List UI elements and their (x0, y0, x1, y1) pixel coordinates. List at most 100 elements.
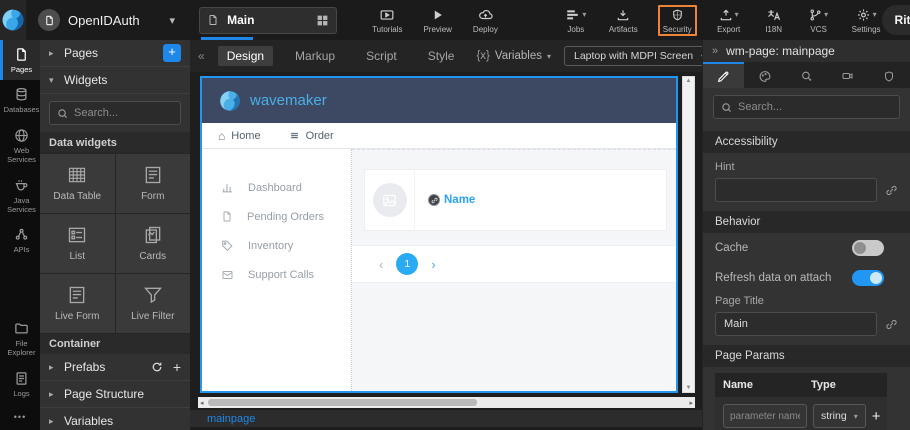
deploy-button[interactable]: Deploy (472, 5, 499, 36)
canvas-menu-inventory[interactable]: Inventory (202, 231, 351, 260)
param-type-select[interactable]: string ▾ (813, 404, 866, 428)
artifacts-button[interactable]: Artifacts (608, 5, 639, 36)
widget-grid: Data Table Form List Cards Live Form Liv… (40, 153, 190, 334)
breadcrumb-bar: mainpage (190, 410, 702, 427)
page-structure-section-header[interactable]: ▸ Page Structure (40, 381, 190, 408)
page-title-input[interactable] (715, 312, 877, 336)
user-menu[interactable]: Ritupurna Lenka RL (882, 5, 910, 35)
scroll-up-icon[interactable]: ▲ (686, 78, 692, 84)
add-param-button[interactable]: + (872, 409, 881, 424)
widgets-section-header[interactable]: ▾ Widgets (40, 67, 190, 94)
widget-live-filter[interactable]: Live Filter (116, 274, 191, 333)
refresh-icon[interactable] (151, 361, 163, 373)
rail-item-java-services[interactable]: Java Services (0, 171, 40, 221)
canvas-menu-dashboard[interactable]: Dashboard (202, 173, 351, 202)
canvas-menu-pending-orders[interactable]: Pending Orders (202, 202, 351, 231)
canvas-nav-order[interactable]: Order (289, 130, 334, 142)
widget-search-input[interactable] (74, 107, 173, 119)
search-icon (57, 108, 68, 119)
tab-device[interactable] (827, 62, 868, 88)
jobs-button[interactable]: ▾ Jobs (563, 5, 589, 36)
scroll-left-icon[interactable]: ◂ (198, 399, 206, 407)
rail-item-file-explorer[interactable]: File Explorer (0, 314, 40, 364)
folder-icon (14, 321, 29, 336)
bind-link-icon[interactable] (885, 318, 898, 331)
vcs-button[interactable]: ▾ VCS (806, 5, 832, 36)
rail-item-logs[interactable]: Logs (0, 364, 40, 404)
pages-section-header[interactable]: ▸ Pages + (40, 40, 190, 67)
canvas-horizontal-scrollbar[interactable]: ◂ ▸ (198, 397, 695, 408)
param-name-input[interactable] (723, 404, 807, 428)
tab-properties[interactable] (703, 62, 744, 88)
grid-icon[interactable] (316, 14, 329, 27)
page-number[interactable]: 1 (396, 253, 418, 275)
list-item-widget[interactable]: Name (364, 169, 667, 231)
tutorials-button[interactable]: Tutorials (371, 5, 403, 36)
canvas-app-header[interactable]: wavemaker (202, 78, 676, 123)
rail-item-apis[interactable]: APIs (0, 220, 40, 260)
hint-label: Hint (715, 161, 898, 173)
properties-tabs (703, 62, 910, 88)
bind-link-icon[interactable] (885, 184, 898, 197)
canvas-content: Name ‹ 1 › (352, 149, 676, 391)
page-tab-main[interactable]: Main (199, 7, 337, 34)
page-tab-wrap: Main (199, 0, 337, 40)
design-canvas[interactable]: wavemaker ⌂ Home Order Dashboard (200, 76, 678, 393)
prefabs-section-header[interactable]: ▸ Prefabs + (40, 354, 190, 381)
magnifier-star-icon (800, 70, 814, 83)
widget-cards[interactable]: Cards (116, 214, 191, 273)
canvas-vertical-scrollbar[interactable]: ▲ ▼ (682, 76, 695, 393)
tab-security[interactable] (869, 62, 910, 88)
left-panel: ▸ Pages + ▾ Widgets Data widgets Data Ta… (40, 40, 190, 430)
widget-live-form[interactable]: Live Form (40, 274, 115, 333)
wavemaker-logo[interactable] (0, 0, 26, 40)
rail-item-web-services[interactable]: Web Services (0, 121, 40, 171)
widget-list[interactable]: List (40, 214, 115, 273)
variables-section-header[interactable]: ▸ Variables (40, 408, 190, 430)
device-select[interactable]: Laptop with MDPI Screen ▾ (564, 46, 715, 66)
breadcrumb-mainpage[interactable]: mainpage (207, 413, 255, 425)
tab-events[interactable] (786, 62, 827, 88)
hint-input[interactable] (715, 178, 877, 202)
refresh-data-toggle[interactable] (852, 270, 884, 286)
expand-right-icon[interactable]: » (712, 45, 718, 57)
scroll-down-icon[interactable]: ▼ (686, 385, 692, 391)
shield-icon (671, 7, 684, 23)
page-next-icon[interactable]: › (431, 257, 435, 272)
bound-name-label[interactable]: Name (415, 170, 475, 230)
palette-icon (758, 70, 772, 83)
add-page-button[interactable]: + (163, 44, 181, 62)
properties-search-wrap (703, 88, 910, 126)
add-prefab-button[interactable]: + (173, 359, 181, 375)
widget-form[interactable]: Form (116, 154, 191, 213)
rail-item-pages[interactable]: Pages (0, 40, 40, 80)
i18n-button[interactable]: I18N (761, 5, 787, 36)
page-prev-icon[interactable]: ‹ (379, 257, 383, 272)
image-placeholder-icon (381, 193, 398, 208)
cache-toggle[interactable] (852, 240, 884, 256)
tab-script[interactable]: Script (357, 46, 406, 66)
variables-menu[interactable]: {x} Variables ▾ (476, 50, 551, 62)
tab-style[interactable]: Style (419, 46, 464, 66)
security-button[interactable]: Security (658, 5, 697, 36)
collapse-left-panel-icon[interactable]: « (198, 49, 205, 63)
canvas-menu-support-calls[interactable]: Support Calls (202, 260, 351, 289)
canvas-nav-home[interactable]: ⌂ Home (218, 130, 261, 142)
export-button[interactable]: ▾ Export (716, 5, 742, 36)
tab-styles[interactable] (744, 62, 785, 88)
preview-button[interactable]: Preview (422, 5, 452, 36)
settings-button[interactable]: ▾ Settings (851, 5, 882, 36)
canvas-body: Dashboard Pending Orders Inventory Suppo… (202, 149, 676, 391)
rail-item-databases[interactable]: Databases (0, 80, 40, 120)
more-options-icon[interactable]: ••• (0, 404, 40, 430)
scroll-right-icon[interactable]: ▸ (687, 399, 695, 407)
search-icon (721, 102, 732, 113)
properties-search-input[interactable] (738, 101, 892, 113)
top-bar: OpenIDAuth ▾ Main Tutorials Preview Depl… (0, 0, 910, 40)
project-name: OpenIDAuth (68, 13, 140, 28)
project-switcher[interactable]: OpenIDAuth ▾ (26, 0, 185, 40)
tab-markup[interactable]: Markup (286, 46, 344, 66)
scrollbar-thumb[interactable] (208, 399, 478, 406)
widget-data-table[interactable]: Data Table (40, 154, 115, 213)
tab-design[interactable]: Design (218, 46, 273, 66)
